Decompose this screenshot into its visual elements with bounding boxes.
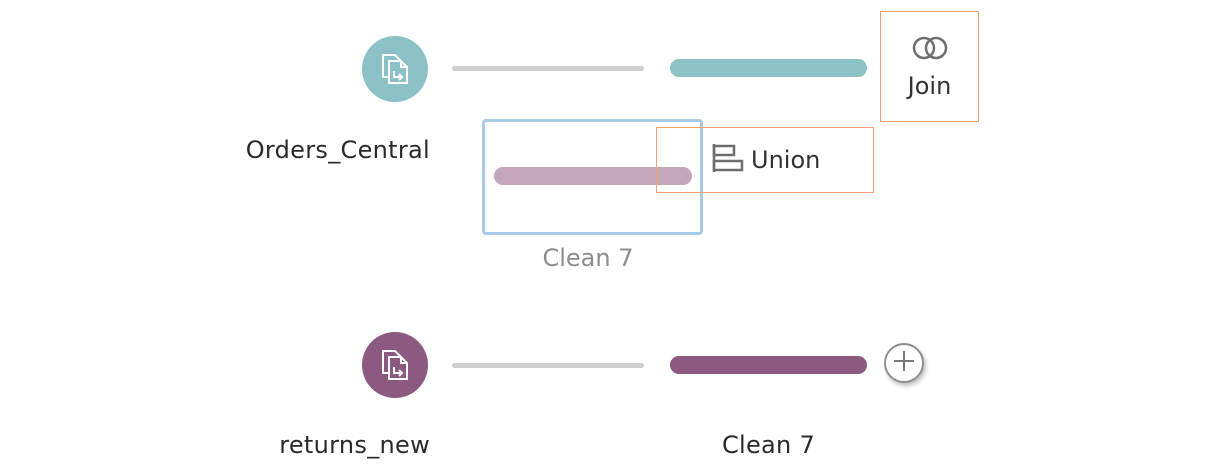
join-label: Join [907,72,952,100]
union-drop-target[interactable]: Union [656,127,874,193]
input-node-orders-central[interactable] [362,36,428,102]
file-input-icon [375,345,415,385]
clean-step-bar-2[interactable] [670,356,867,374]
clean-step-bar-1[interactable] [670,59,867,77]
union-icon [711,143,745,177]
join-circles-icon [910,34,950,66]
input-node-returns-new[interactable] [362,332,428,398]
clean-step-label-2: Clean 7 [721,431,816,459]
connector-line-2 [452,363,644,368]
input-label-returns-new: returns_new [279,431,430,459]
union-label: Union [751,146,821,174]
dragged-step-label: Clean 7 [542,244,634,272]
connector-line-1 [452,66,644,71]
plus-icon [891,348,917,378]
add-step-button[interactable] [884,343,924,383]
file-input-icon [375,49,415,89]
join-drop-target[interactable]: Join [880,11,979,122]
input-label-orders-central: Orders_Central [245,136,430,164]
